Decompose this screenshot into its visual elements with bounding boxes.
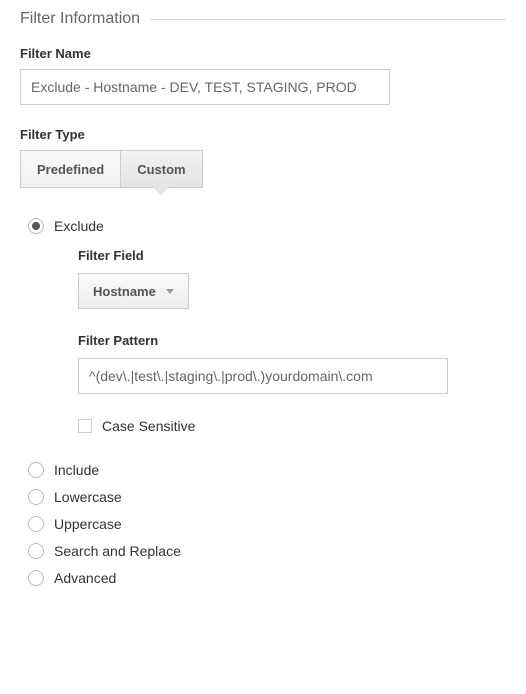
- filter-name-input[interactable]: [20, 69, 390, 105]
- section-divider: [150, 19, 506, 20]
- filter-type-tabs: Predefined Custom: [20, 150, 506, 188]
- filter-name-block: Filter Name: [20, 46, 506, 105]
- section-header: Filter Information: [20, 10, 506, 28]
- filter-pattern-label: Filter Pattern: [78, 333, 506, 348]
- tab-predefined[interactable]: Predefined: [20, 150, 121, 188]
- radio-row-lowercase[interactable]: Lowercase: [28, 489, 506, 505]
- case-sensitive-label: Case Sensitive: [102, 418, 195, 434]
- exclude-subform: Filter Field Hostname Filter Pattern Cas…: [78, 248, 506, 434]
- filter-pattern-block: Filter Pattern: [78, 333, 506, 394]
- tab-custom-label: Custom: [137, 162, 185, 177]
- radio-uppercase-label: Uppercase: [54, 516, 122, 532]
- filter-field-value: Hostname: [93, 284, 156, 299]
- radio-exclude[interactable]: [28, 218, 44, 234]
- filter-field-label: Filter Field: [78, 248, 506, 263]
- filter-pattern-input[interactable]: [78, 358, 448, 394]
- filter-name-label: Filter Name: [20, 46, 506, 61]
- radio-lowercase-label: Lowercase: [54, 489, 122, 505]
- radio-search-replace[interactable]: [28, 543, 44, 559]
- radio-row-exclude[interactable]: Exclude: [28, 218, 506, 234]
- radio-row-uppercase[interactable]: Uppercase: [28, 516, 506, 532]
- radio-search-replace-label: Search and Replace: [54, 543, 181, 559]
- section-title: Filter Information: [20, 10, 140, 28]
- custom-filter-radio-group: Exclude Filter Field Hostname Filter Pat…: [28, 218, 506, 586]
- tab-custom[interactable]: Custom: [121, 150, 202, 188]
- radio-row-include[interactable]: Include: [28, 462, 506, 478]
- radio-row-advanced[interactable]: Advanced: [28, 570, 506, 586]
- filter-field-block: Filter Field Hostname: [78, 248, 506, 309]
- filter-type-label: Filter Type: [20, 127, 506, 142]
- radio-advanced[interactable]: [28, 570, 44, 586]
- filter-type-block: Filter Type Predefined Custom: [20, 127, 506, 188]
- radio-exclude-label: Exclude: [54, 218, 104, 234]
- radio-include-label: Include: [54, 462, 99, 478]
- chevron-down-icon: [166, 289, 174, 294]
- radio-advanced-label: Advanced: [54, 570, 116, 586]
- radio-lowercase[interactable]: [28, 489, 44, 505]
- filter-field-dropdown[interactable]: Hostname: [78, 273, 189, 309]
- radio-row-search-replace[interactable]: Search and Replace: [28, 543, 506, 559]
- radio-include[interactable]: [28, 462, 44, 478]
- tab-predefined-label: Predefined: [37, 162, 104, 177]
- radio-uppercase[interactable]: [28, 516, 44, 532]
- case-sensitive-checkbox[interactable]: [78, 419, 92, 433]
- case-sensitive-row[interactable]: Case Sensitive: [78, 418, 506, 434]
